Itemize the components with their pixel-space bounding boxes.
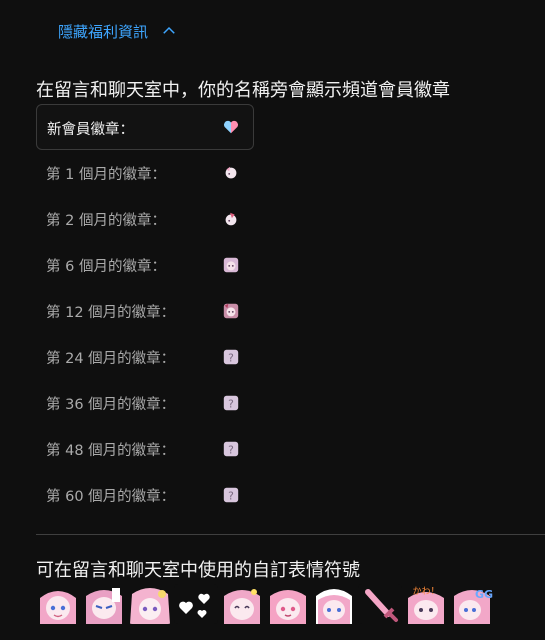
badge-label: 第 1 個月的徽章： <box>46 167 166 183</box>
sword-emoji-icon[interactable] <box>358 584 402 624</box>
badge-row-month-2[interactable]: 第 2 個月的徽章： <box>36 196 254 242</box>
unknown-badge-icon: ? <box>223 349 239 365</box>
hide-perks-toggle[interactable]: 隱藏福利資訊 <box>58 19 178 43</box>
badge-label: 第 12 個月的徽章： <box>46 305 176 321</box>
chevron-up-icon <box>163 26 175 34</box>
badge-label: 第 60 個月的徽章： <box>46 489 176 505</box>
emoji-caption: GG <box>475 588 493 601</box>
badge-label: 第 48 個月的徽章： <box>46 443 176 459</box>
character-badge-icon <box>225 166 237 179</box>
hide-perks-label: 隱藏福利資訊 <box>58 22 149 41</box>
character-emoji-icon[interactable]: GG <box>450 584 494 624</box>
badge-label: 第 2 個月的徽章： <box>46 213 166 229</box>
badge-label: 第 24 個月的徽章： <box>46 351 176 367</box>
svg-text:?: ? <box>228 490 234 503</box>
badge-row-month-48[interactable]: 第 48 個月的徽章： ? <box>36 426 254 472</box>
svg-text:?: ? <box>228 398 234 411</box>
character-emoji-icon[interactable] <box>36 584 80 624</box>
badge-row-month-60[interactable]: 第 60 個月的徽章： ? <box>36 472 254 518</box>
character-emoji-icon[interactable] <box>266 584 310 624</box>
perk-description: 在留言和聊天室中，你的名稱旁會顯示頻道會員徽章 <box>36 80 450 101</box>
character-emoji-icon[interactable] <box>220 584 264 624</box>
badge-row-month-12[interactable]: 第 12 個月的徽章： <box>36 288 254 334</box>
badge-label: 第 36 個月的徽章： <box>46 397 176 413</box>
unknown-badge-icon: ? <box>223 395 239 411</box>
unknown-badge-icon: ? <box>223 487 239 503</box>
character-emoji-icon[interactable] <box>128 584 172 624</box>
character-badge-icon <box>225 212 237 226</box>
badge-label: 第 6 個月的徽章： <box>46 259 166 275</box>
character-badge-icon <box>223 303 239 319</box>
badge-row-month-36[interactable]: 第 36 個月的徽章： ? <box>36 380 254 426</box>
character-emoji-icon[interactable]: かわ！ <box>404 584 448 624</box>
emoji-section-title: 可在留言和聊天室中使用的自訂表情符號 <box>36 560 360 581</box>
svg-text:?: ? <box>228 444 234 457</box>
character-emoji-icon[interactable] <box>82 584 126 624</box>
character-emoji-icon[interactable] <box>312 584 356 624</box>
badge-row-new-member[interactable]: 新會員徽章： <box>36 104 254 150</box>
emoji-list: かわ！ GG <box>36 584 494 624</box>
badge-row-month-6[interactable]: 第 6 個月的徽章： <box>36 242 254 288</box>
hearts-emoji-icon[interactable] <box>174 584 218 624</box>
badge-label: 新會員徽章： <box>47 122 134 138</box>
section-divider <box>36 534 545 535</box>
svg-text:?: ? <box>228 352 234 365</box>
badge-row-month-1[interactable]: 第 1 個月的徽章： <box>36 150 254 196</box>
emoji-caption: かわ！ <box>412 586 439 597</box>
unknown-badge-icon: ? <box>223 441 239 457</box>
badge-list: 新會員徽章： 第 1 個月的徽章： 第 2 個月的徽章： 第 6 個月的徽章： … <box>36 104 254 518</box>
heart-badge-icon <box>223 120 239 134</box>
character-badge-icon <box>223 257 239 273</box>
badge-row-month-24[interactable]: 第 24 個月的徽章： ? <box>36 334 254 380</box>
